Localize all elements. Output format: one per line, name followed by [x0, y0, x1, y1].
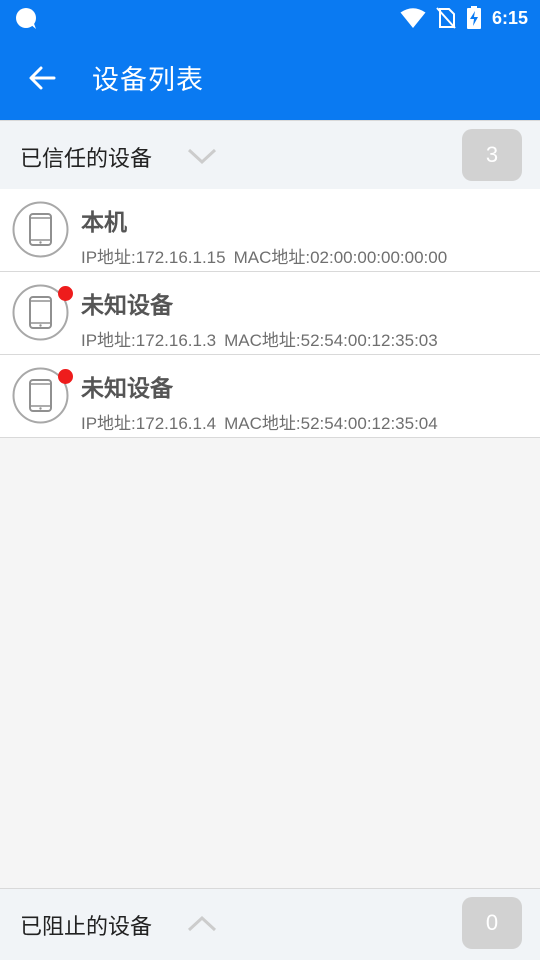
device-name: 本机: [81, 210, 127, 236]
device-row[interactable]: 未知设备 IP地址:172.16.1.3 MAC地址:52:54:00:12:35…: [0, 272, 540, 355]
battery-charging-icon: [466, 6, 481, 29]
trusted-count-badge: 3: [462, 129, 522, 181]
device-details: IP地址:172.16.1.3 MAC地址:52:54:00:12:35:03: [81, 326, 438, 351]
device-ip: IP地址:172.16.1.3: [81, 331, 217, 350]
blocked-devices-label: 已阻止的设备: [20, 915, 153, 940]
trusted-devices-header[interactable]: 已信任的设备 3: [0, 120, 540, 190]
wifi-icon: [400, 8, 426, 28]
blocked-count-badge: 0: [462, 897, 522, 949]
chevron-up-icon[interactable]: [186, 911, 218, 935]
new-device-alert-dot: [58, 369, 73, 384]
device-details: IP地址:172.16.1.15 MAC地址:02:00:00:00:00:00: [81, 243, 447, 268]
status-bar: 6:15: [0, 0, 540, 36]
chevron-down-icon[interactable]: [186, 143, 218, 167]
page-title: 设备列表: [92, 65, 204, 96]
back-button[interactable]: [22, 60, 62, 96]
device-details: IP地址:172.16.1.4 MAC地址:52:54:00:12:35:04: [81, 409, 438, 434]
arrow-left-icon: [29, 66, 56, 90]
device-ip: IP地址:172.16.1.15: [81, 248, 226, 267]
device-mac: MAC地址:52:54:00:12:35:04: [224, 414, 438, 433]
blocked-devices-header[interactable]: 已阻止的设备 0: [0, 888, 540, 960]
status-icons: 6:15: [400, 6, 528, 30]
trusted-devices-label: 已信任的设备: [20, 147, 153, 172]
app-bar: 设备列表: [0, 36, 540, 120]
status-time: 6:15: [491, 7, 528, 28]
device-row[interactable]: 本机 IP地址:172.16.1.15 MAC地址:02:00:00:00:00:…: [0, 189, 540, 272]
device-name: 未知设备: [81, 376, 173, 402]
app-notification-icon: [16, 8, 36, 29]
device-list: 本机 IP地址:172.16.1.15 MAC地址:02:00:00:00:00:…: [0, 189, 540, 438]
device-mac: MAC地址:02:00:00:00:00:00: [233, 248, 448, 267]
device-row[interactable]: 未知设备 IP地址:172.16.1.4 MAC地址:52:54:00:12:35…: [0, 355, 540, 438]
new-device-alert-dot: [58, 286, 73, 301]
device-name: 未知设备: [81, 293, 173, 319]
phone-icon: [12, 201, 69, 258]
device-ip: IP地址:172.16.1.4: [81, 414, 217, 433]
device-mac: MAC地址:52:54:00:12:35:03: [224, 331, 438, 350]
no-sim-icon: [436, 7, 456, 29]
